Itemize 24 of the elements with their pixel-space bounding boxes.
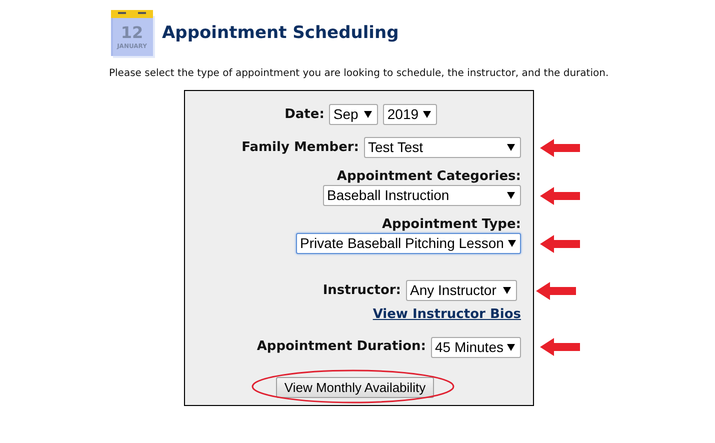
caret-icon [364,111,372,118]
caret-icon [423,111,432,118]
instructor-bios-link[interactable]: View Instructor Bios [372,305,521,324]
dropdown[interactable]: Private Baseball Pitching Lesson [296,233,521,254]
field-label: Family Member: [242,138,359,157]
instructions-text: Please select the type of appointment you are looking to schedule, the instructor, and the duration. [108,67,610,81]
field-label: Appointment Duration: [256,338,426,356]
dropdown[interactable]: Sep [329,104,378,125]
caret-icon [507,144,515,151]
page-title: Appointment Scheduling [162,22,399,46]
caret-icon [503,287,511,294]
field-label: Instructor: [322,282,401,300]
dropdown[interactable]: 45 Minutes [431,336,521,358]
dropdown[interactable]: Test Test [364,137,521,158]
field-label: Appointment Categories: [336,169,521,185]
view-availability-button[interactable]: View Monthly Availability [276,376,434,398]
field-label: Appointment Type: [382,217,521,233]
caret-icon [508,240,516,247]
caret-icon [507,344,516,350]
dropdown[interactable]: 2019 [383,104,438,125]
dropdown[interactable]: Baseball Instruction [323,185,521,206]
field-label: Date: [284,106,324,124]
dropdown[interactable]: Any Instructor [406,280,517,301]
caret-icon [507,192,515,199]
